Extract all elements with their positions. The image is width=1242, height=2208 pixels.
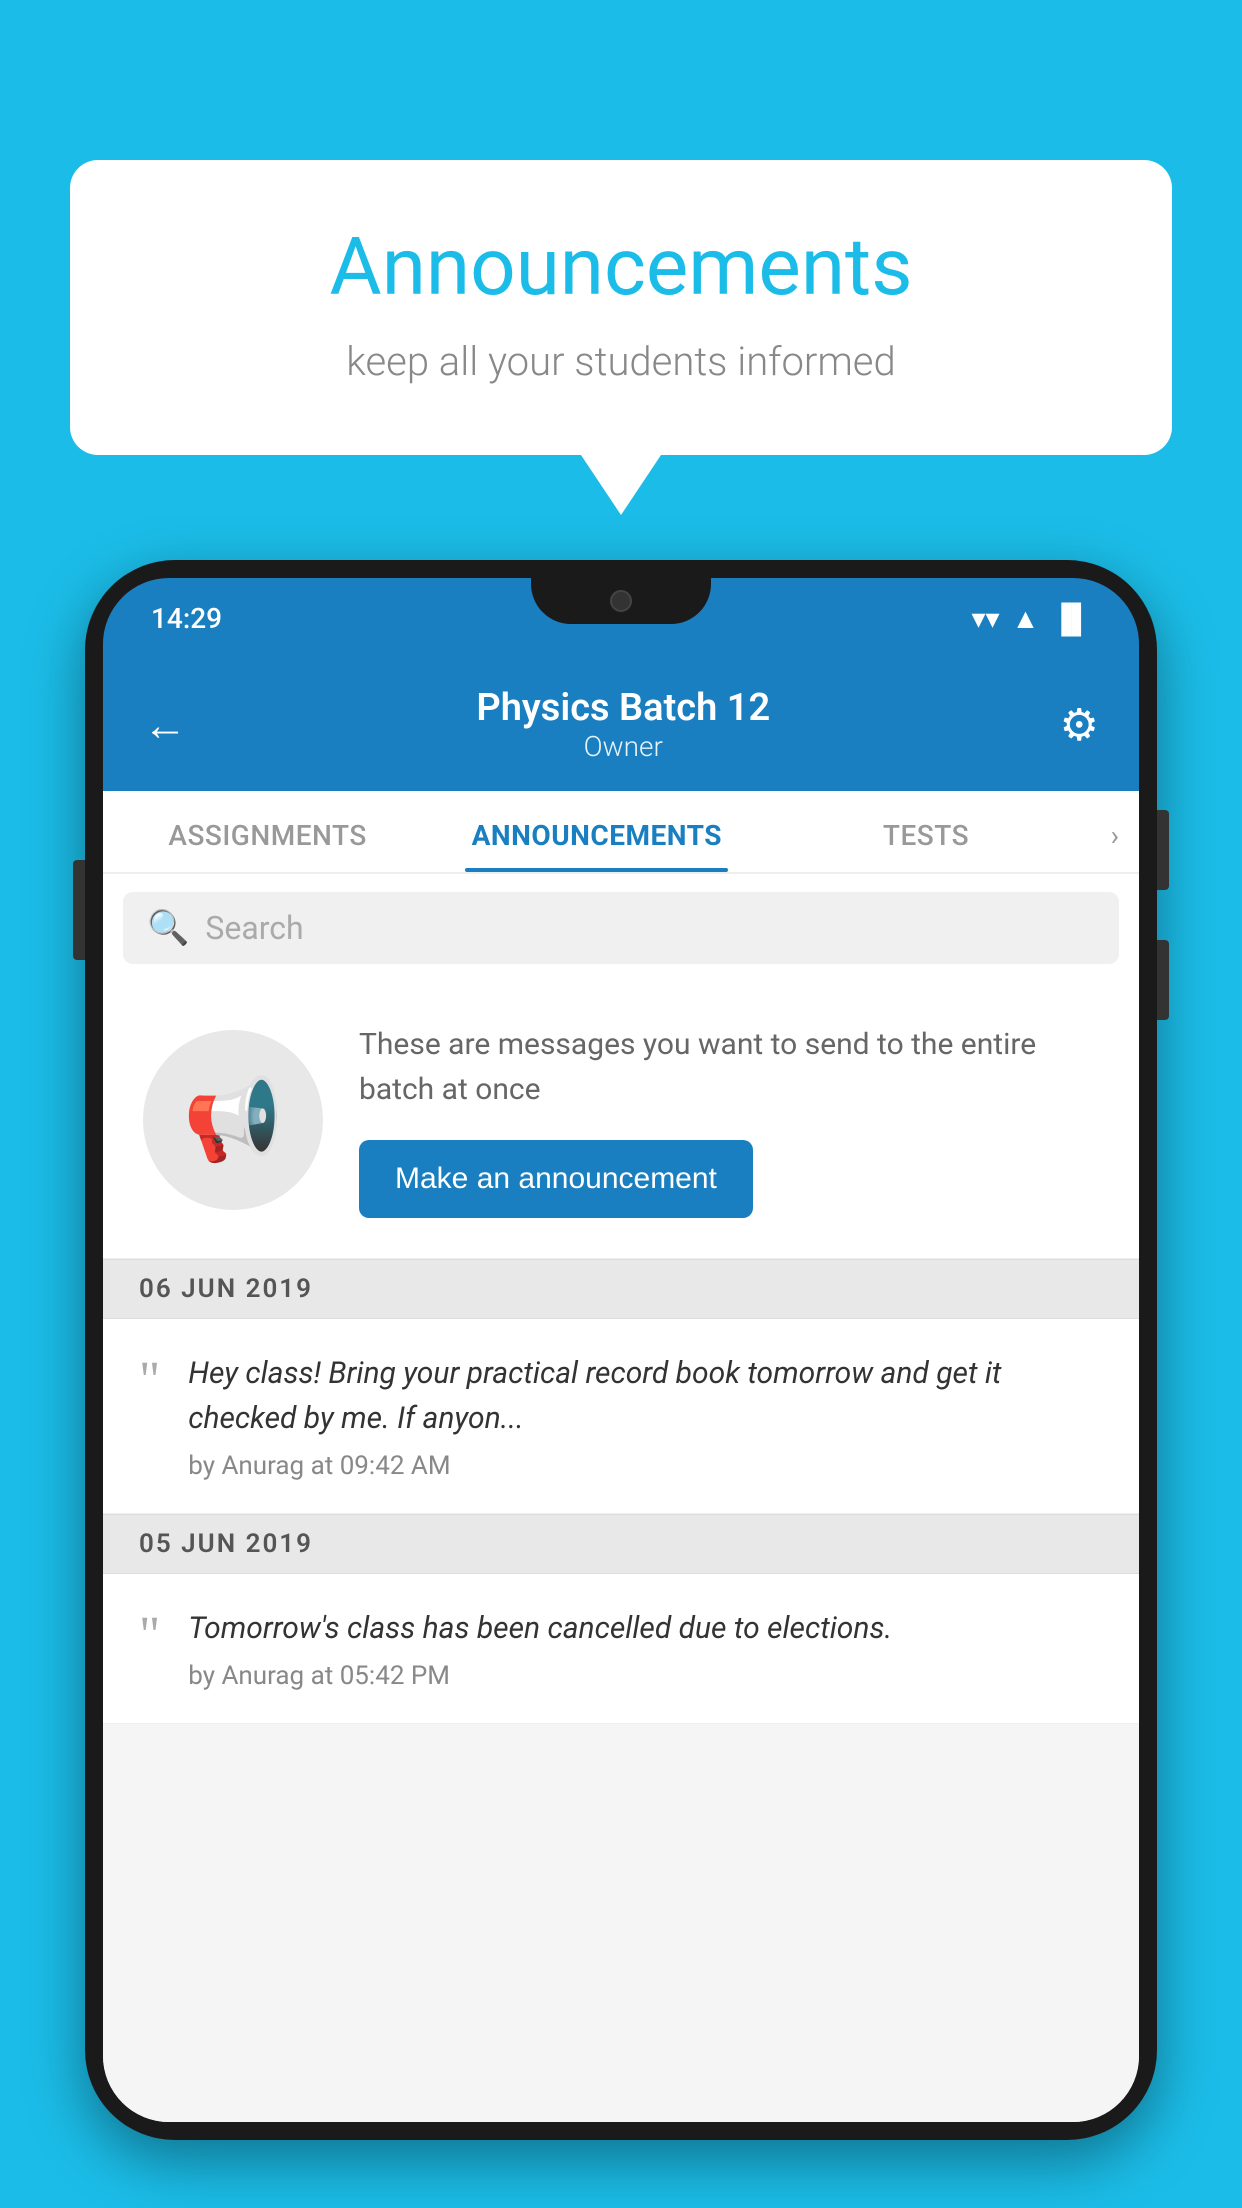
- power-button-top: [1157, 810, 1169, 890]
- announcement-meta-1: by Anurag at 09:42 AM: [188, 1451, 1103, 1481]
- speech-bubble: Announcements keep all your students inf…: [70, 160, 1172, 455]
- status-time: 14:29: [151, 602, 222, 635]
- settings-button[interactable]: ⚙: [1060, 699, 1099, 751]
- speech-bubble-title: Announcements: [150, 220, 1092, 314]
- header-subtitle: Owner: [187, 730, 1060, 763]
- search-placeholder: Search: [205, 909, 303, 947]
- announcement-meta-2: by Anurag at 05:42 PM: [188, 1661, 1103, 1691]
- make-announcement-button[interactable]: Make an announcement: [359, 1140, 753, 1218]
- announcement-message-1: Hey class! Bring your practical record b…: [188, 1351, 1103, 1441]
- status-icons: ▾▾ ▲ ▐▌: [971, 602, 1091, 635]
- date-separator-2: 05 JUN 2019: [103, 1514, 1139, 1574]
- phone-notch: [531, 578, 711, 624]
- speech-bubble-subtitle: keep all your students informed: [150, 338, 1092, 385]
- quote-icon-2: ": [139, 1610, 160, 1662]
- speech-bubble-tail: [581, 455, 661, 515]
- search-container: 🔍 Search: [103, 874, 1139, 982]
- tabs-bar: ASSIGNMENTS ANNOUNCEMENTS TESTS ›: [103, 791, 1139, 874]
- search-icon: 🔍: [147, 908, 189, 948]
- tab-assignments[interactable]: ASSIGNMENTS: [103, 791, 432, 872]
- announcement-message-2: Tomorrow's class has been cancelled due …: [188, 1606, 1103, 1651]
- search-bar[interactable]: 🔍 Search: [123, 892, 1119, 964]
- announcement-item-2: " Tomorrow's class has been cancelled du…: [103, 1574, 1139, 1724]
- quote-icon-1: ": [139, 1355, 160, 1407]
- power-button-bottom: [1157, 940, 1169, 1020]
- announcement-item-1: " Hey class! Bring your practical record…: [103, 1319, 1139, 1514]
- app-header: ← Physics Batch 12 Owner ⚙: [103, 658, 1139, 791]
- megaphone-icon: 📢: [183, 1073, 283, 1167]
- announcement-icon-circle: 📢: [143, 1030, 323, 1210]
- volume-button: [73, 860, 85, 960]
- announcement-prompt-text: These are messages you want to send to t…: [359, 1022, 1099, 1218]
- status-bar: 14:29 ▾▾ ▲ ▐▌: [103, 578, 1139, 658]
- back-button[interactable]: ←: [143, 699, 187, 751]
- wifi-icon: ▾▾: [971, 602, 999, 635]
- announcement-prompt-card: 📢 These are messages you want to send to…: [103, 982, 1139, 1259]
- announcement-content-1: Hey class! Bring your practical record b…: [188, 1351, 1103, 1481]
- phone-screen: ← Physics Batch 12 Owner ⚙ ASSIGNMENTS A…: [103, 658, 1139, 2122]
- phone-container: 14:29 ▾▾ ▲ ▐▌ ← Physics Batch 12 Owner ⚙: [85, 560, 1157, 2208]
- prompt-description: These are messages you want to send to t…: [359, 1022, 1099, 1112]
- signal-icon: ▲: [1012, 602, 1040, 635]
- tab-more[interactable]: ›: [1091, 791, 1139, 872]
- date-separator-1: 06 JUN 2019: [103, 1259, 1139, 1319]
- header-title: Physics Batch 12: [187, 686, 1060, 730]
- tab-tests[interactable]: TESTS: [761, 791, 1090, 872]
- tab-announcements[interactable]: ANNOUNCEMENTS: [432, 791, 761, 872]
- header-title-group: Physics Batch 12 Owner: [187, 686, 1060, 763]
- camera-dot: [610, 590, 632, 612]
- announcement-content-2: Tomorrow's class has been cancelled due …: [188, 1606, 1103, 1691]
- phone-outer: 14:29 ▾▾ ▲ ▐▌ ← Physics Batch 12 Owner ⚙: [85, 560, 1157, 2140]
- battery-icon: ▐▌: [1051, 602, 1091, 635]
- content-area: 🔍 Search 📢 These are messages you want t…: [103, 874, 1139, 2122]
- speech-bubble-container: Announcements keep all your students inf…: [70, 160, 1172, 515]
